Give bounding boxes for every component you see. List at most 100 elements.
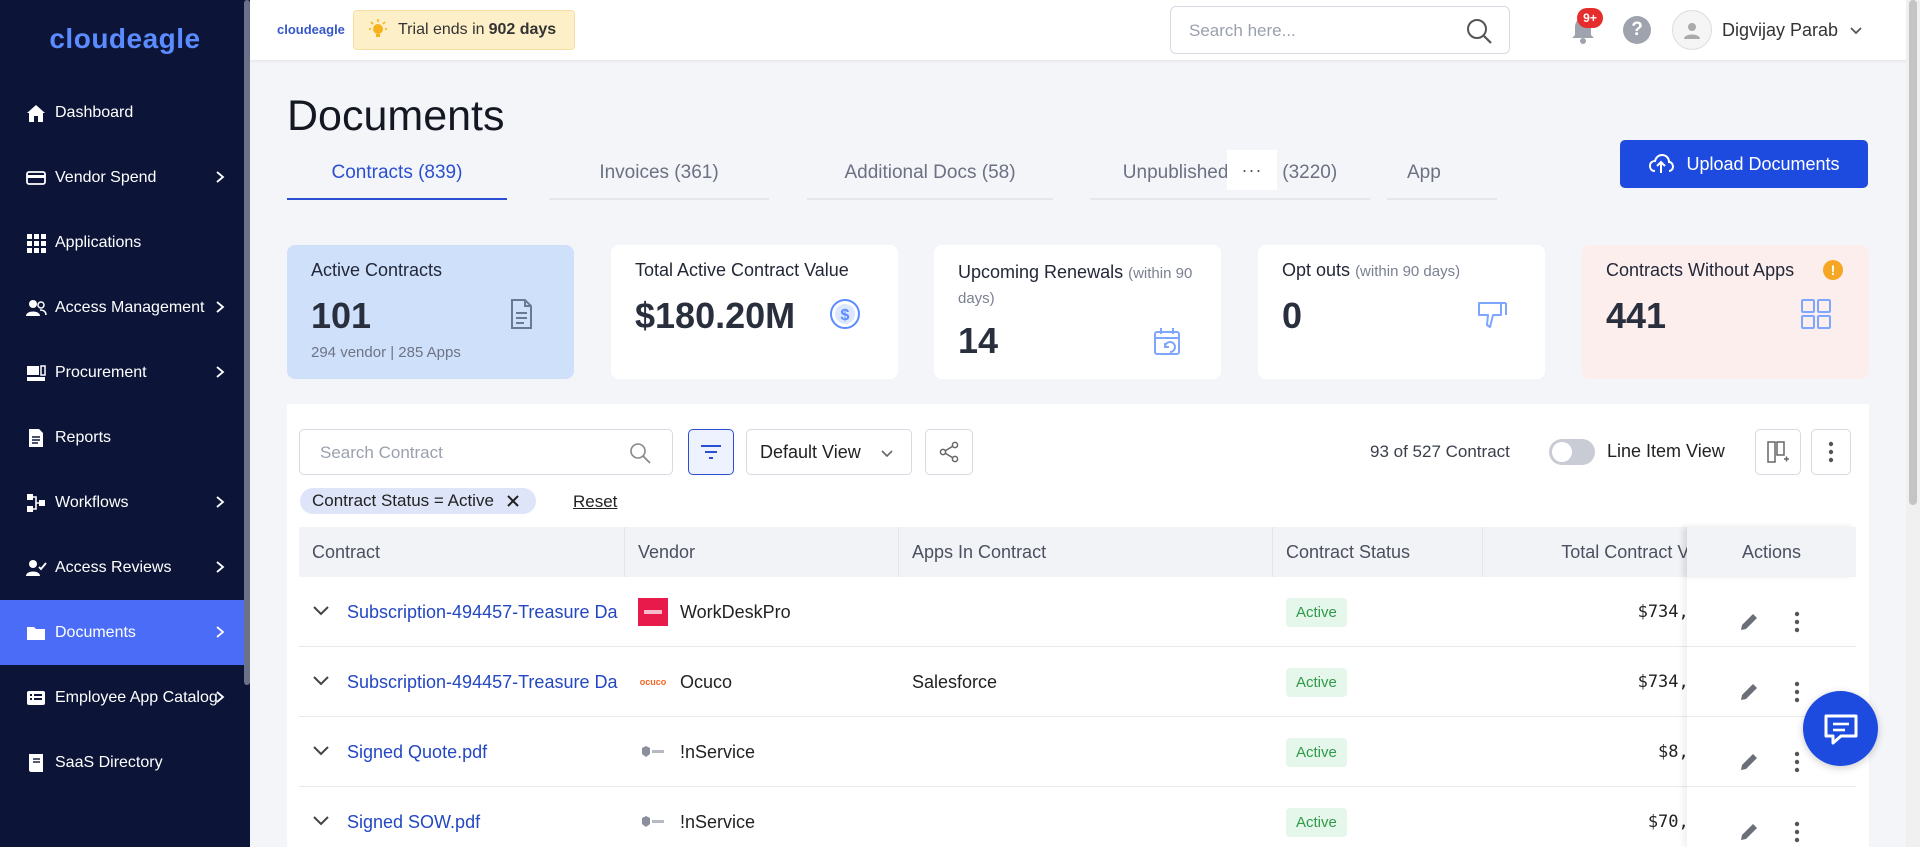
stat-card-active-contracts[interactable]: Active Contracts 101 294 vendor | 285 Apps — [287, 245, 574, 379]
tabs-more-button[interactable]: ··· — [1227, 150, 1277, 190]
sidebar-item-workflows[interactable]: Workflows — [0, 470, 244, 535]
row-divider — [1687, 646, 1856, 647]
column-header-apps[interactable]: Apps In Contract — [899, 527, 1273, 577]
status-cell: Active — [1286, 577, 1476, 647]
tab-contracts[interactable]: Contracts (839) — [287, 148, 507, 200]
table-header: Contract Vendor Apps In Contract Contrac… — [299, 527, 1855, 577]
column-header-total-value[interactable]: Total Contract Va — [1483, 527, 1699, 577]
stat-card-value: 101 — [311, 295, 372, 336]
contract-name-link[interactable]: Signed Quote.pdf — [347, 717, 625, 787]
apps-cell: Salesforce — [912, 671, 998, 692]
share-button[interactable] — [925, 429, 973, 475]
stat-card-value: $180.20M — [635, 295, 796, 336]
chevron-right-icon — [210, 167, 230, 187]
table-row[interactable]: Subscription-494457-Treasure Da ocuco Ocuc… — [299, 647, 1855, 717]
svg-text:$: $ — [841, 307, 850, 324]
sidebar-item-access-management[interactable]: Access Management — [0, 275, 244, 340]
page-scrollbar[interactable] — [1906, 0, 1920, 847]
apps-cell — [912, 717, 1272, 787]
sidebar-item-employee-app-catalog[interactable]: Employee App Catalog — [0, 665, 244, 730]
stat-card-upcoming-renewals[interactable]: Upcoming Renewals (within 90 days) 14 — [934, 245, 1221, 379]
sidebar-item-reports[interactable]: Reports — [0, 405, 244, 470]
more-options-button[interactable] — [1811, 429, 1851, 475]
chevron-down-icon[interactable] — [311, 671, 331, 691]
chevron-down-icon[interactable] — [311, 811, 331, 831]
header-logo[interactable]: cloudeagle — [277, 22, 345, 37]
sidebar-item-documents[interactable]: Documents — [0, 600, 244, 665]
contract-name-link[interactable]: Subscription-494457-Treasure Da — [347, 577, 625, 647]
table-row[interactable]: Subscription-494457-Treasure Da WorkDeskP… — [299, 577, 1855, 647]
table-row[interactable]: Signed Quote.pdf !nService Active $8,0 — [299, 717, 1855, 787]
page-scrollbar-thumb[interactable] — [1909, 0, 1917, 505]
column-header-status[interactable]: Contract Status — [1273, 527, 1483, 577]
user-menu[interactable]: Digvijay Parab — [1672, 9, 1864, 51]
status-badge: Active — [1286, 737, 1347, 767]
search-icon[interactable] — [1465, 17, 1493, 45]
reset-filters-link[interactable]: Reset — [573, 492, 617, 512]
upload-documents-button[interactable]: Upload Documents — [1620, 140, 1868, 188]
global-search-input[interactable] — [1189, 19, 1449, 43]
sidebar-item-dashboard[interactable]: Dashboard — [0, 80, 244, 145]
warning-icon[interactable]: ! — [1823, 260, 1843, 280]
grid-icon — [25, 232, 47, 254]
contract-name-link[interactable]: Signed SOW.pdf — [347, 787, 625, 847]
chevron-down-icon[interactable] — [311, 601, 331, 621]
sidebar-item-access-reviews[interactable]: Access Reviews — [0, 535, 244, 600]
vendor-logo — [638, 738, 668, 766]
kebab-icon[interactable] — [1785, 680, 1809, 704]
contract-name-link[interactable]: Subscription-494457-Treasure Da — [347, 647, 625, 717]
help-icon[interactable]: ? — [1623, 16, 1651, 44]
filter-icon — [701, 445, 721, 459]
chat-button[interactable] — [1803, 691, 1878, 766]
kebab-icon[interactable] — [1785, 750, 1809, 774]
edit-icon[interactable] — [1737, 750, 1761, 774]
tab-invoices[interactable]: Invoices (361) — [549, 148, 769, 200]
sidebar-item-applications[interactable]: Applications — [0, 210, 244, 275]
trial-text: Trial ends in — [398, 21, 485, 38]
total-value-cell: $734,8 — [1637, 602, 1699, 622]
contract-search-input[interactable] — [320, 441, 620, 465]
column-header-contract[interactable]: Contract — [299, 527, 625, 577]
sidebar-item-label: Documents — [55, 623, 136, 641]
stat-card-contracts-without-apps[interactable]: Contracts Without Apps 441! — [1582, 245, 1869, 379]
search-icon[interactable] — [628, 441, 652, 465]
global-search[interactable] — [1170, 6, 1510, 54]
top-header: cloudeagle Trial ends in 902 days 9+ ? D… — [250, 0, 1920, 60]
sidebar-scrollbar[interactable] — [244, 0, 250, 685]
kebab-icon[interactable] — [1785, 610, 1809, 634]
column-header-actions: Actions — [1687, 527, 1856, 577]
view-select[interactable]: Default View — [746, 429, 912, 475]
contract-search[interactable] — [299, 429, 673, 475]
user-icon — [1684, 23, 1700, 39]
edit-icon[interactable] — [1737, 680, 1761, 704]
sidebar-item-label: Applications — [55, 233, 142, 251]
line-item-view-toggle[interactable] — [1549, 439, 1595, 465]
app-logo[interactable]: cloudeagle — [0, 0, 250, 78]
sidebar-item-procurement[interactable]: Procurement — [0, 340, 244, 405]
sidebar-item-label: Procurement — [55, 363, 147, 381]
tab-additional-docs[interactable]: Additional Docs (58) — [807, 148, 1053, 200]
edit-icon[interactable] — [1737, 820, 1761, 844]
total-value-cell: $8,0 — [1658, 742, 1699, 762]
sidebar-item-saas-directory[interactable]: SaaS Directory — [0, 730, 244, 795]
chevron-down-icon[interactable] — [311, 741, 331, 761]
sidebar-item-label: Vendor Spend — [55, 168, 157, 186]
add-column-button[interactable] — [1755, 429, 1801, 475]
stat-card-total-active-contract-value[interactable]: Total Active Contract Value $180.20M $ — [611, 245, 898, 379]
edit-icon[interactable] — [1737, 610, 1761, 634]
trial-banner: Trial ends in 902 days — [353, 10, 575, 50]
stat-card-label: Opt outs — [1282, 260, 1351, 280]
kebab-icon[interactable] — [1785, 820, 1809, 844]
filter-button[interactable] — [688, 429, 734, 475]
vendor-logo — [638, 808, 668, 836]
sidebar-item-vendor-spend[interactable]: Vendor Spend — [0, 145, 244, 210]
filter-chip[interactable]: Contract Status = Active — [300, 488, 536, 514]
stat-card-opt-outs[interactable]: Opt outs (within 90 days) 0 — [1258, 245, 1545, 379]
workflow-icon — [25, 492, 47, 514]
table-row[interactable]: Signed SOW.pdf !nService Active $70,0 — [299, 787, 1855, 847]
vendor-name: WorkDeskPro — [680, 601, 791, 622]
apps-cell — [912, 787, 1272, 847]
close-icon[interactable] — [506, 494, 520, 508]
tab-apps[interactable]: App — [1387, 148, 1497, 200]
column-header-vendor[interactable]: Vendor — [625, 527, 899, 577]
